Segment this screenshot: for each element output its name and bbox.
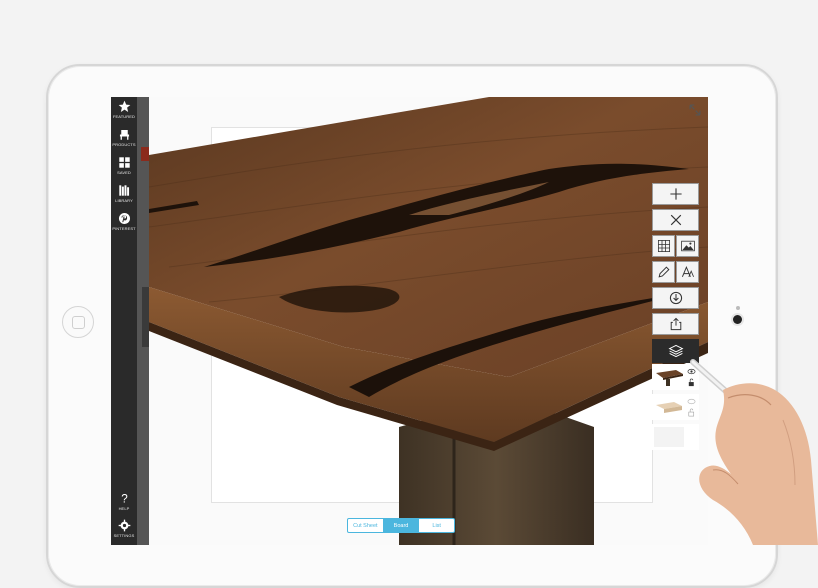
- chair-icon: [119, 129, 129, 140]
- app-screen: FEATURED PRODUCTS SAVED LIBRARY PINTERES…: [111, 97, 708, 545]
- pencil-icon: [658, 266, 669, 278]
- left-navigation: FEATURED PRODUCTS SAVED LIBRARY PINTERES…: [111, 97, 137, 545]
- image-button[interactable]: [676, 235, 699, 257]
- nav-label: LIBRARY: [115, 198, 133, 203]
- layers-icon: [668, 344, 683, 358]
- view-mode-cut-sheet[interactable]: Cut Sheet: [348, 519, 384, 532]
- collapsed-panel[interactable]: [137, 97, 149, 545]
- text-button[interactable]: [676, 261, 699, 283]
- panel-drag-handle[interactable]: [142, 287, 149, 347]
- home-button[interactable]: [62, 306, 94, 338]
- help-icon: ?: [121, 492, 128, 505]
- pinterest-icon: [118, 212, 130, 225]
- image-icon: [680, 240, 695, 252]
- nav-label: PRODUCTS: [112, 142, 136, 147]
- close-icon: [670, 214, 681, 226]
- books-icon: [118, 185, 129, 196]
- text-icon: [681, 265, 694, 277]
- nav-item-settings[interactable]: SETTINGS: [111, 519, 137, 545]
- nav-item-featured[interactable]: FEATURED: [111, 100, 137, 126]
- add-icon: [669, 188, 682, 200]
- view-mode-control: Cut Sheet Board List: [347, 518, 455, 533]
- draw-button[interactable]: [652, 261, 675, 283]
- grid-button[interactable]: [652, 235, 675, 257]
- grid-icon: [118, 157, 130, 168]
- download-icon: [669, 291, 682, 305]
- panel-tab[interactable]: [141, 147, 149, 161]
- share-button[interactable]: [652, 313, 699, 335]
- share-icon: [670, 317, 681, 331]
- nav-label: FEATURED: [112, 114, 136, 119]
- view-mode-board[interactable]: Board: [383, 519, 420, 532]
- nav-item-saved[interactable]: SAVED: [111, 156, 137, 182]
- nav-label: SAVED: [117, 170, 131, 175]
- download-button[interactable]: [652, 287, 699, 309]
- table-grid-icon: [657, 240, 670, 252]
- nav-item-products[interactable]: PRODUCTS: [111, 128, 137, 154]
- gear-icon: [118, 519, 130, 532]
- fullscreen-icon[interactable]: [688, 103, 702, 117]
- view-mode-list[interactable]: List: [419, 519, 454, 532]
- nav-label: SETTINGS: [113, 533, 135, 538]
- hand-with-stylus: [690, 359, 818, 545]
- delete-button[interactable]: [652, 209, 699, 231]
- layer-thumbnail: [656, 402, 682, 413]
- layer-thumbnail: [656, 370, 683, 386]
- front-camera: [733, 315, 742, 324]
- nav-item-help[interactable]: ? HELP: [111, 492, 137, 518]
- canvas-area[interactable]: [149, 97, 708, 545]
- svg-text:?: ?: [121, 492, 128, 505]
- add-button[interactable]: [652, 183, 699, 205]
- table-image[interactable]: [149, 97, 708, 545]
- nav-label: PINTEREST: [112, 226, 136, 231]
- nav-item-pinterest[interactable]: PINTEREST: [111, 212, 137, 238]
- star-icon: [118, 100, 130, 112]
- nav-label: HELP: [118, 506, 130, 511]
- nav-item-library[interactable]: LIBRARY: [111, 184, 137, 210]
- layer-thumbnail: [654, 427, 684, 447]
- ambient-sensor: [736, 306, 740, 310]
